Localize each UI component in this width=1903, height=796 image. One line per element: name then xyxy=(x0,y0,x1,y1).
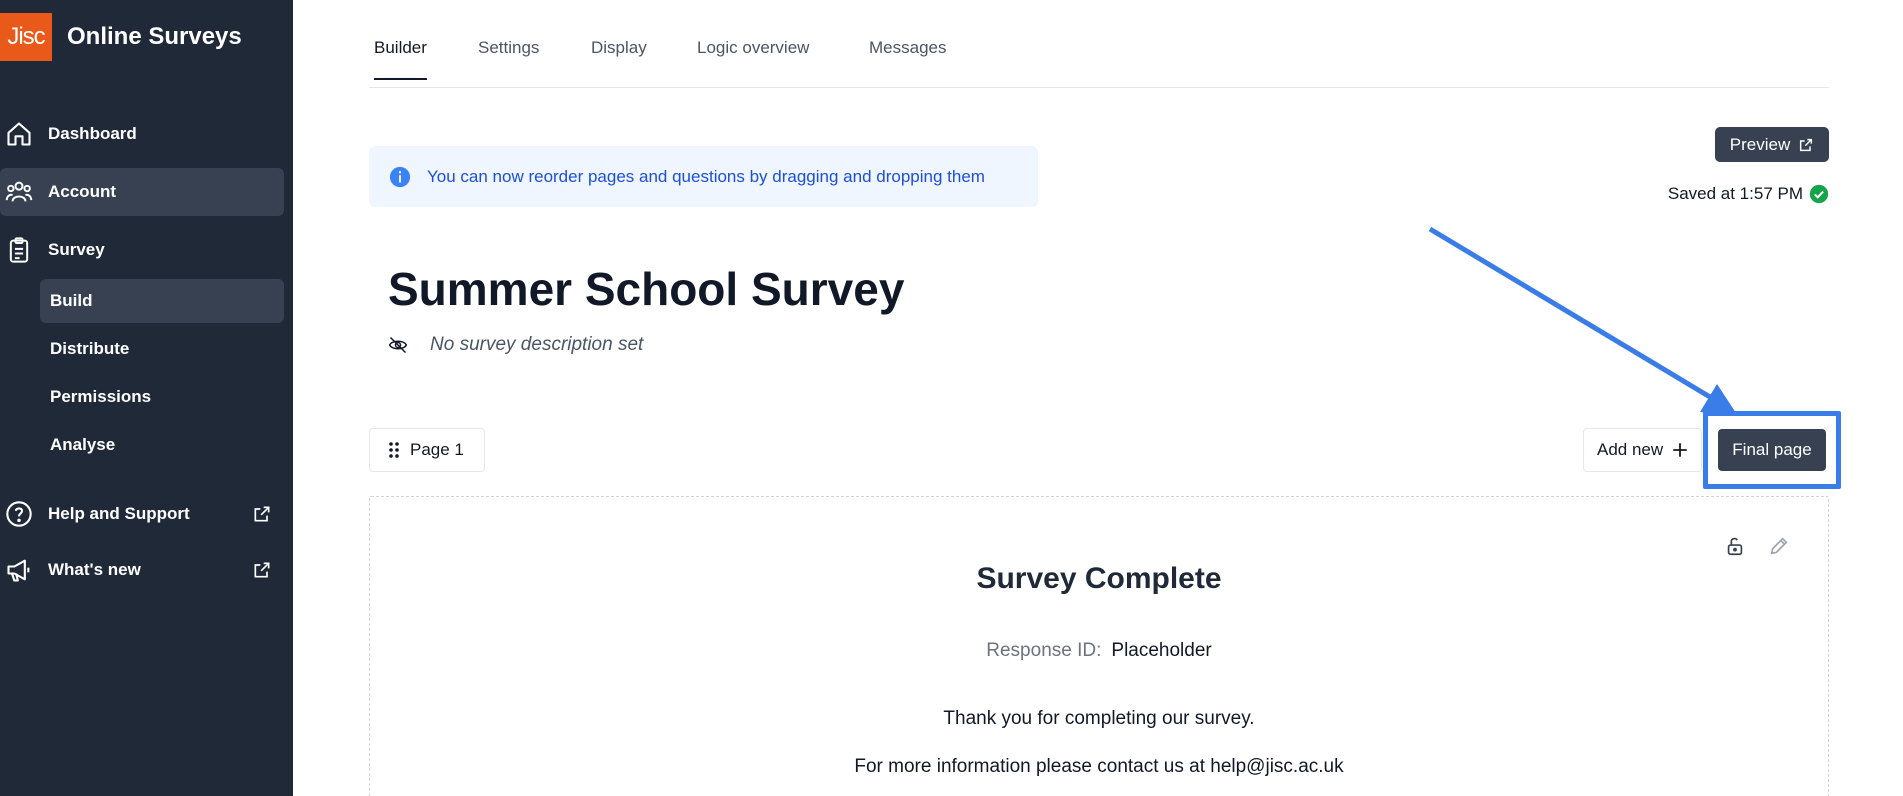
saved-text: Saved at 1:57 PM xyxy=(1667,184,1803,203)
home-icon xyxy=(4,119,34,149)
response-id-value: Placeholder xyxy=(1111,640,1212,661)
sidebar-subitem-build[interactable]: Build xyxy=(40,279,284,323)
tab-logic-overview[interactable]: Logic overview xyxy=(697,38,809,78)
clipboard-icon xyxy=(4,235,34,265)
sidebar-item-label: Survey xyxy=(48,240,105,259)
eye-off-icon xyxy=(388,336,408,354)
app-name: Online Surveys xyxy=(67,23,242,50)
preview-button-label: Preview xyxy=(1729,134,1791,154)
sidebar-item-label: What's new xyxy=(48,560,141,579)
tab-builder[interactable]: Builder xyxy=(374,38,427,80)
builder-tabs: Builder Settings Display Logic overview … xyxy=(369,0,1829,88)
sidebar: Jisc Online Surveys Dashboard Account Su… xyxy=(0,0,293,796)
brand[interactable]: Jisc Online Surveys xyxy=(0,13,242,61)
sidebar-subitem-analyse[interactable]: Analyse xyxy=(40,423,284,467)
megaphone-icon xyxy=(4,555,34,585)
tab-settings[interactable]: Settings xyxy=(478,38,539,78)
annotation-highlight-box xyxy=(1703,411,1841,489)
external-link-icon xyxy=(252,504,272,524)
sidebar-subitem-distribute[interactable]: Distribute xyxy=(40,327,284,371)
page-label: Page 1 xyxy=(410,440,464,459)
preview-button[interactable]: Preview xyxy=(1715,127,1829,162)
description-placeholder: No survey description set xyxy=(430,334,644,355)
help-circle-icon xyxy=(4,499,34,529)
external-link-icon xyxy=(252,560,272,580)
check-circle-icon xyxy=(1809,184,1829,204)
final-page-title: Survey Complete xyxy=(976,562,1222,595)
info-icon xyxy=(389,166,411,187)
pencil-icon[interactable] xyxy=(1768,535,1790,557)
unlock-icon[interactable] xyxy=(1724,535,1746,557)
survey-title[interactable]: Summer School Survey xyxy=(388,262,904,316)
sidebar-item-help[interactable]: Help and Support xyxy=(0,490,284,538)
plus-icon xyxy=(1673,443,1687,457)
contact-message: For more information please contact us a… xyxy=(854,756,1344,777)
jisc-logo: Jisc xyxy=(0,13,52,61)
final-page-card: Survey Complete Response ID: Placeholder … xyxy=(369,496,1829,796)
external-link-icon xyxy=(1800,138,1813,151)
sidebar-item-label: Help and Support xyxy=(48,504,190,523)
sidebar-item-dashboard[interactable]: Dashboard xyxy=(0,110,284,158)
page-1-tab[interactable]: Page 1 xyxy=(369,428,485,472)
sidebar-subitem-permissions[interactable]: Permissions xyxy=(40,375,284,419)
save-status: Saved at 1:57 PM xyxy=(1668,184,1829,204)
drag-handle-icon xyxy=(389,442,399,458)
add-new-label: Add new xyxy=(1597,440,1664,459)
sidebar-item-whats-new[interactable]: What's new xyxy=(0,546,284,594)
info-banner: You can now reorder pages and questions … xyxy=(369,146,1038,207)
info-message: You can now reorder pages and questions … xyxy=(427,166,985,186)
users-icon xyxy=(4,177,34,207)
sidebar-item-label: Account xyxy=(48,182,116,201)
app-root: Jisc Online Surveys Dashboard Account Su… xyxy=(0,0,1903,796)
tab-display[interactable]: Display xyxy=(591,38,647,78)
sidebar-item-label: Dashboard xyxy=(48,124,137,143)
sidebar-item-survey[interactable]: Survey xyxy=(0,226,284,274)
response-id-row: Response ID: Placeholder xyxy=(370,640,1828,662)
add-new-button[interactable]: Add new xyxy=(1583,428,1702,472)
response-id-label: Response ID: xyxy=(986,640,1102,661)
thanks-message: Thank you for completing our survey. xyxy=(943,708,1255,729)
sidebar-item-account[interactable]: Account xyxy=(0,168,284,216)
tab-messages[interactable]: Messages xyxy=(869,38,946,78)
survey-description[interactable]: No survey description set xyxy=(388,334,643,356)
card-actions xyxy=(1724,535,1790,557)
